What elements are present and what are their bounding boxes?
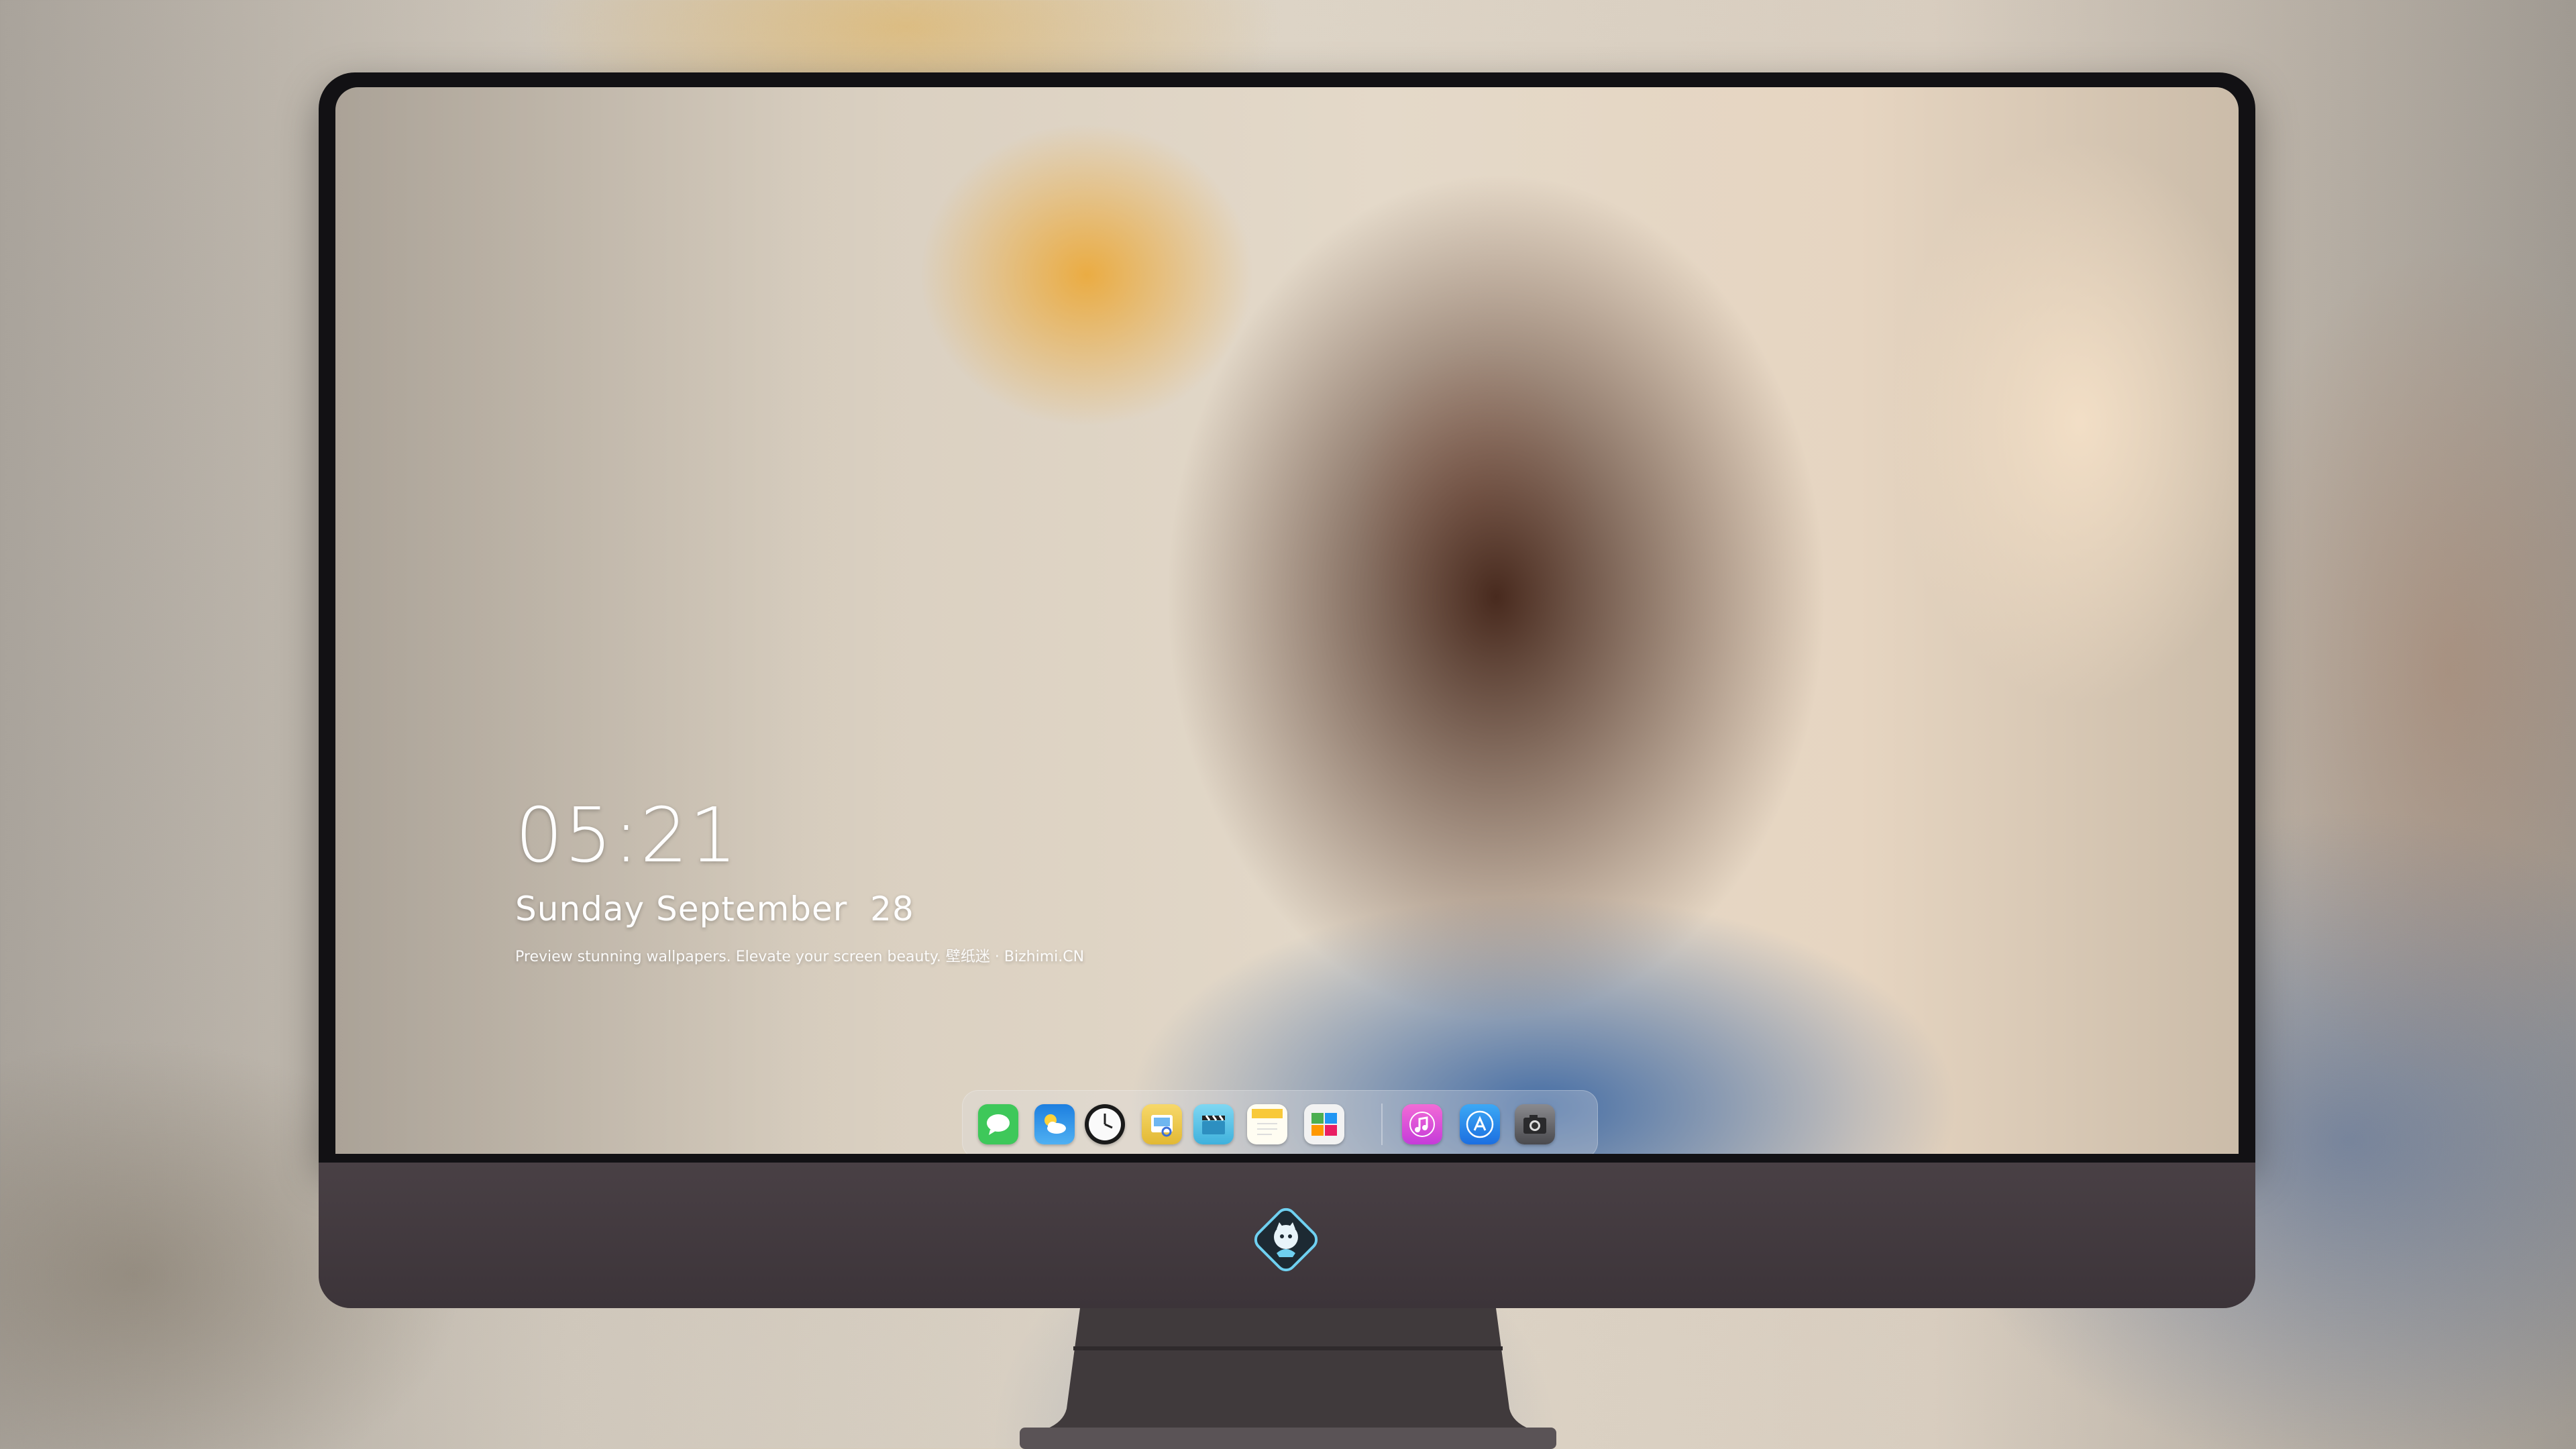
camera-icon[interactable] [1515,1104,1555,1144]
clock-date: Sunday September 28 [515,890,914,928]
dock [962,1090,1598,1154]
app-store-icon[interactable] [1460,1104,1500,1144]
music-icon[interactable] [1402,1104,1442,1144]
notes-icon[interactable] [1247,1104,1287,1144]
weather-icon[interactable] [1034,1104,1075,1144]
photo-gallery-icon[interactable] [1304,1104,1344,1144]
monitor: 05:21 Sunday September 28 Preview stunni… [319,72,2255,1308]
video-icon[interactable] [1193,1104,1234,1144]
wallpaper-screen: 05:21 Sunday September 28 Preview stunni… [335,87,2239,1154]
monitor-stand [993,1308,1583,1449]
monitor-chin [319,1163,2255,1308]
messages-icon[interactable] [978,1104,1018,1144]
brand-logo [1252,1206,1320,1273]
clock-icon[interactable] [1085,1104,1125,1144]
lock-screen-clock: 05:21 Sunday September 28 Preview stunni… [515,798,1084,965]
clock-time: 05:21 [515,792,739,879]
monitor-bezel: 05:21 Sunday September 28 Preview stunni… [319,72,2255,1163]
preview-icon[interactable] [1142,1104,1182,1144]
wallpaper-caption: Preview stunning wallpapers. Elevate you… [515,949,1085,965]
dock-separator [1381,1104,1383,1145]
